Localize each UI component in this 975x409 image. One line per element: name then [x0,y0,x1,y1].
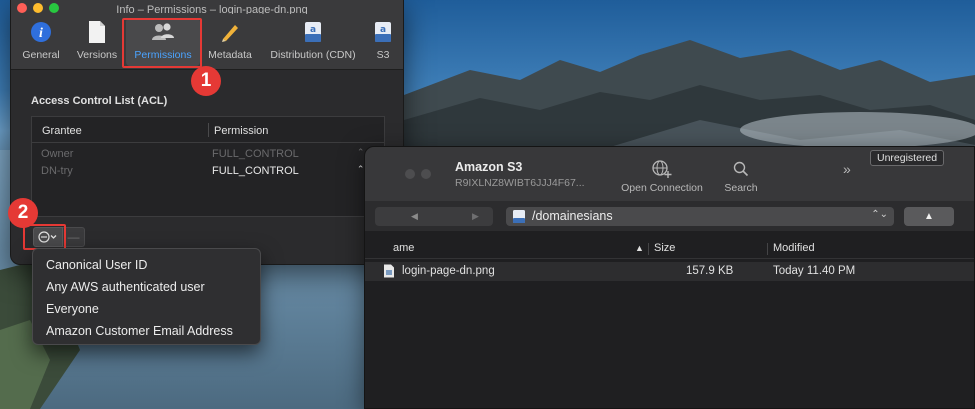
search-button[interactable]: Search [720,159,762,194]
acl-row-owner[interactable]: Owner FULL_CONTROL ⌃⌄ [32,146,384,163]
permission-cell: FULL_CONTROL [212,148,299,160]
pencil-icon [222,25,238,42]
tab-distribution-cdn[interactable]: a Distribution (CDN) [264,18,362,66]
acl-table: Grantee Permission Owner FULL_CONTROL ⌃⌄… [31,116,385,217]
minimize-window-button[interactable] [421,169,431,179]
document-icon [89,21,105,43]
column-grantee[interactable]: Grantee [42,125,82,137]
info-icon: i [31,22,51,42]
close-window-button[interactable] [17,3,27,13]
open-connection-button[interactable]: Open Connection [615,159,709,194]
info-tabs: i General Versions Permissions Metadata … [11,14,403,70]
s3-browser-window: Amazon S3 R9IXLNZ8WIBT6JJJ4F67... Open C… [364,146,975,409]
tab-s3[interactable]: a S3 [368,18,398,66]
menu-item-everyone[interactable]: Everyone [33,298,260,320]
step-badge-2: 2 [8,198,38,228]
grantee-type-menu: Canonical User ID Any AWS authenticated … [32,248,261,345]
bookmark-title: Amazon S3 [455,160,523,174]
menu-item-amazon-customer-email[interactable]: Amazon Customer Email Address [33,320,260,342]
navigation-buttons: ◀ ▶ [375,207,493,226]
path-select[interactable]: /domainesians ⌃⌄ [506,207,894,226]
browser-toolbar: Amazon S3 R9IXLNZ8WIBT6JJJ4F67... Open C… [365,147,974,201]
column-name[interactable]: ame [393,242,414,254]
add-button-highlight [23,224,66,250]
info-titlebar: Info – Permissions – login-page-dn.png [11,0,403,16]
toolbar-overflow-icon[interactable]: » [843,161,851,177]
file-name: login-page-dn.png [402,265,495,277]
zoom-window-button[interactable] [49,3,59,13]
grantee-cell[interactable]: DN-try [41,165,73,177]
acl-section-title: Access Control List (ACL) [31,95,168,107]
tab-versions[interactable]: Versions [71,18,123,66]
acl-table-header: Grantee Permission [32,117,384,143]
file-size: 157.9 KB [686,265,734,277]
window-controls [405,169,431,179]
column-modified[interactable]: Modified [773,242,815,254]
parent-folder-button[interactable]: ▲ [904,207,954,226]
sort-ascending-icon: ▲ [635,243,644,253]
chevron-updown-icon: ⌃⌄ [871,209,888,220]
window-controls [17,3,59,13]
drive-icon: a [375,22,391,42]
permissions-highlight [122,18,202,68]
tab-general[interactable]: i General [17,18,65,66]
column-permission[interactable]: Permission [214,125,268,137]
file-list-header: ame ▲ Size Modified [365,239,974,259]
bookmark-subtitle: R9IXLNZ8WIBT6JJJ4F67... [455,177,585,189]
drive-icon [513,210,525,223]
file-modified: Today 11.40 PM [773,265,856,277]
globe-plus-icon [652,160,672,178]
grantee-cell: Owner [41,148,74,160]
svg-text:a: a [380,25,386,35]
acl-row-dn-try[interactable]: DN-try FULL_CONTROL ⌃⌄ [32,163,384,180]
remove-grantee-button[interactable]: — [63,227,85,247]
image-file-icon [384,264,394,278]
step-badge-1: 1 [191,66,221,96]
tab-metadata[interactable]: Metadata [204,18,256,66]
current-path: /domainesians [532,209,613,223]
permission-select[interactable]: FULL_CONTROL [212,165,299,177]
close-window-button[interactable] [405,169,415,179]
column-size[interactable]: Size [654,242,675,254]
back-icon[interactable]: ◀ [411,211,418,222]
svg-text:a: a [310,25,316,35]
file-row[interactable]: login-page-dn.png 157.9 KB Today 11.40 P… [365,262,974,281]
info-window: Info – Permissions – login-page-dn.png i… [10,0,404,265]
search-icon [733,161,749,177]
menu-item-any-aws-authenticated-user[interactable]: Any AWS authenticated user [33,276,260,298]
menu-item-canonical-user-id[interactable]: Canonical User ID [33,254,260,276]
svg-text:i: i [39,26,43,41]
drive-icon: a [305,22,321,42]
unregistered-badge[interactable]: Unregistered [870,150,945,166]
minimize-window-button[interactable] [33,3,43,13]
forward-icon[interactable]: ▶ [472,211,479,222]
path-bar: ◀ ▶ /domainesians ⌃⌄ ▲ [365,201,974,231]
